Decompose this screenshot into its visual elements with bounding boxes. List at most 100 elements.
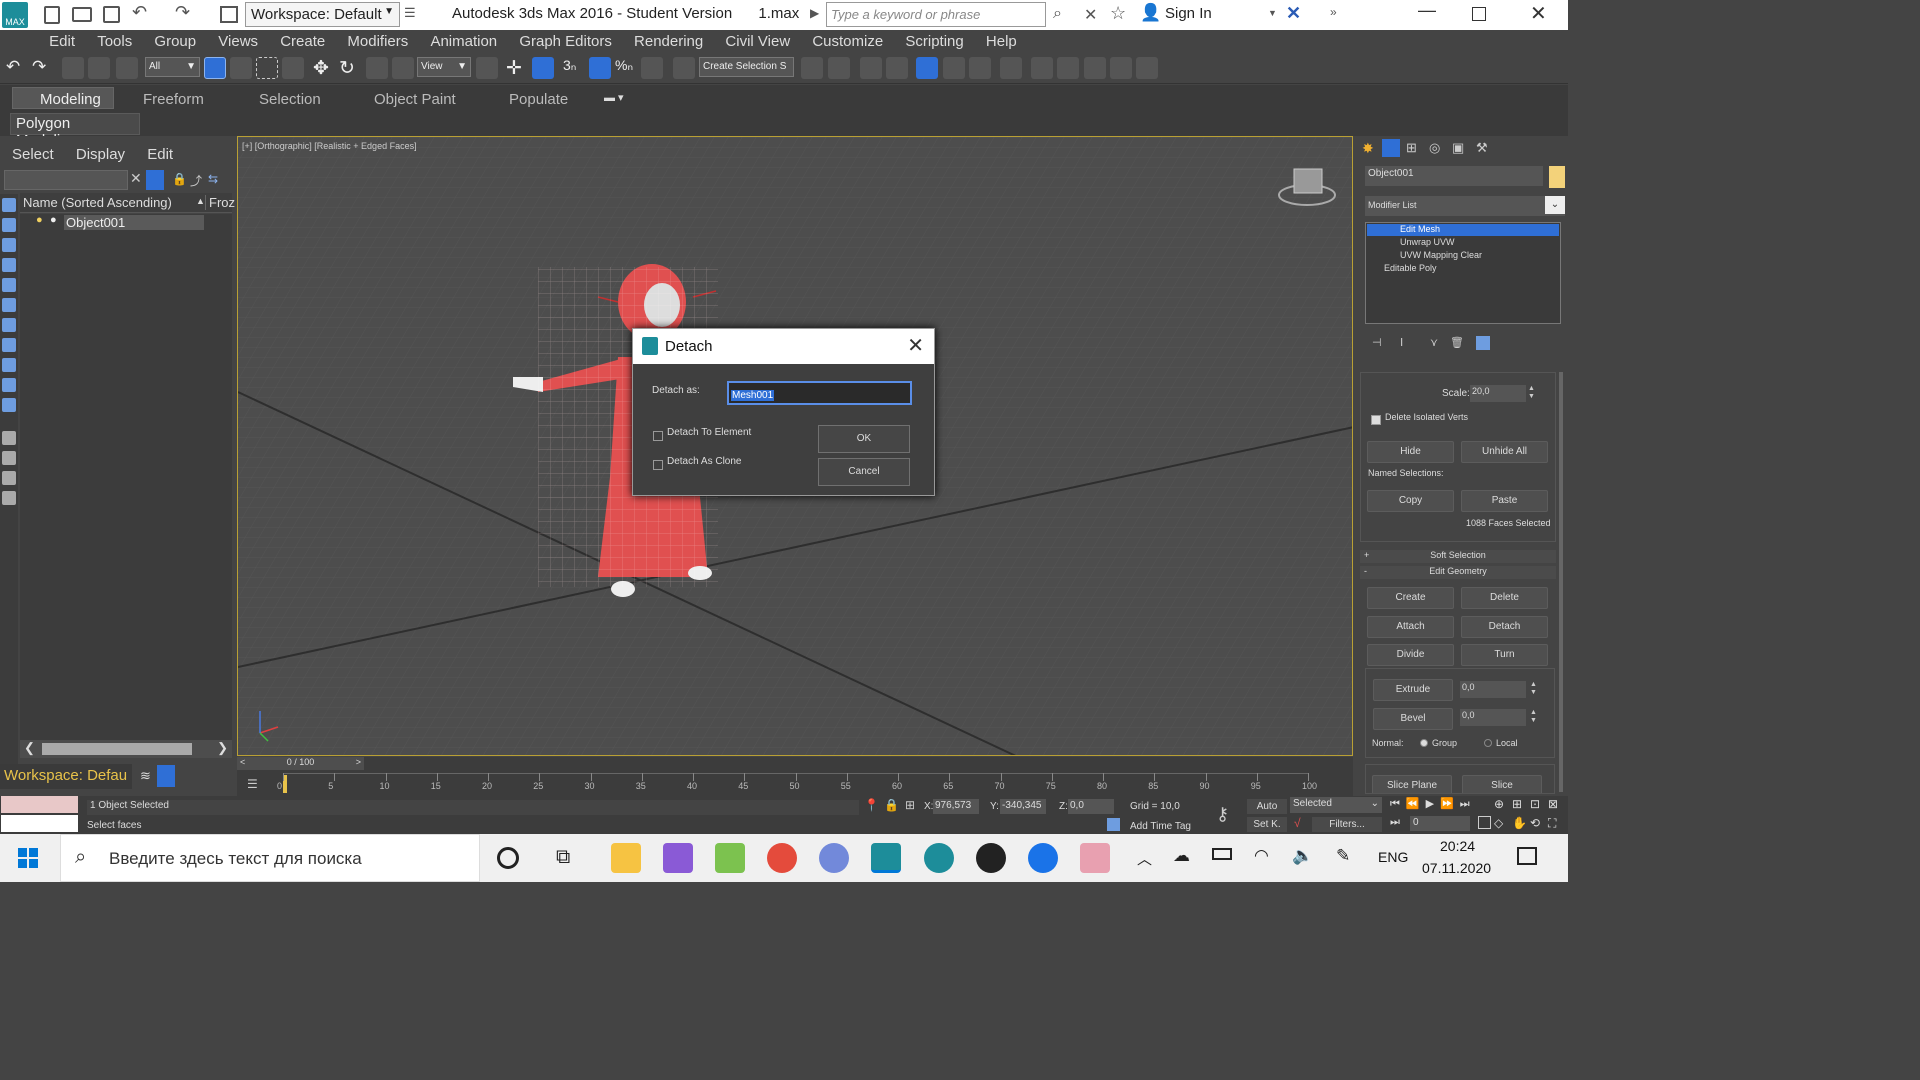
sign-in-link[interactable]: Sign In: [1165, 5, 1212, 22]
extrude-spinner[interactable]: 0,0: [1460, 681, 1526, 698]
object-name-field[interactable]: Object001: [1365, 166, 1543, 186]
slice-button[interactable]: Slice: [1462, 775, 1542, 793]
ribbon-toggle-icon[interactable]: [916, 57, 938, 79]
named-selection-dropdown[interactable]: Create Selection S: [699, 57, 794, 77]
zoom-icon[interactable]: ⊕: [1494, 797, 1504, 811]
previous-frame-icon[interactable]: ⏪: [1406, 798, 1426, 810]
pen-workspace-icon[interactable]: ✎: [1336, 846, 1350, 866]
stack-item-edit-mesh[interactable]: Edit Mesh: [1367, 224, 1559, 236]
zoom-extents-all-icon[interactable]: ⊠: [1548, 797, 1558, 811]
taskbar-search-input[interactable]: ⌕ Введите здесь текст для поиска: [60, 834, 480, 882]
field-of-view-icon[interactable]: ◇: [1494, 816, 1503, 830]
go-to-end-icon[interactable]: ⏭: [1460, 798, 1476, 810]
undo-toolbar-icon[interactable]: ↶: [6, 57, 28, 79]
notepad-plus-icon[interactable]: [715, 843, 745, 873]
soft-selection-rollout-header[interactable]: + Soft Selection: [1360, 550, 1556, 563]
delete-button[interactable]: Delete: [1461, 587, 1548, 609]
restore-icon[interactable]: [1472, 7, 1486, 21]
menu-item-graph-editors[interactable]: Graph Editors: [510, 30, 621, 53]
turn-button[interactable]: Turn: [1461, 644, 1548, 666]
add-time-tag[interactable]: Add Time Tag: [1130, 821, 1191, 832]
delete-isolated-verts-label[interactable]: Delete Isolated Verts: [1385, 412, 1468, 422]
communication-center-icon[interactable]: ✕: [1084, 5, 1097, 25]
chrome-icon[interactable]: [767, 843, 797, 873]
detach-as-input[interactable]: Mesh001: [727, 381, 912, 405]
slice-plane-button[interactable]: Slice Plane: [1372, 775, 1452, 793]
pin-stack-icon[interactable]: ⊣: [1372, 336, 1382, 349]
make-unique-icon[interactable]: ⋎: [1430, 336, 1438, 349]
display-shapes-icon[interactable]: [2, 218, 16, 232]
save-file-icon[interactable]: [103, 6, 120, 23]
bevel-spinner-arrows-icon[interactable]: ▲ ▼: [1530, 709, 1537, 725]
bind-spacewarp-icon[interactable]: [116, 57, 138, 79]
show-hidden-icons-icon[interactable]: ︿: [1137, 848, 1152, 869]
align-icon[interactable]: [828, 57, 850, 79]
schematic-view-icon[interactable]: [969, 57, 991, 79]
scale-spinner[interactable]: 20,0: [1470, 385, 1526, 402]
scroll-left-icon[interactable]: ❮: [24, 740, 35, 756]
sync-selection-icon[interactable]: ⇆: [208, 172, 218, 186]
extrude-button[interactable]: Extrude: [1373, 679, 1453, 701]
extrude-spinner-arrows-icon[interactable]: ▲ ▼: [1530, 681, 1537, 697]
normal-local-label[interactable]: Local: [1496, 738, 1518, 748]
visibility-icon[interactable]: ●: [50, 214, 57, 226]
display-invert-icon[interactable]: [2, 491, 16, 505]
remove-modifier-icon[interactable]: 🗑: [1450, 336, 1464, 349]
configure-modifier-sets-icon[interactable]: [1476, 336, 1490, 350]
minimize-icon[interactable]: —: [1418, 0, 1436, 21]
render-setup-icon[interactable]: [1031, 57, 1053, 79]
task-view-icon[interactable]: ⧉: [556, 846, 570, 869]
normal-local-radio[interactable]: [1484, 739, 1492, 747]
select-object-icon[interactable]: [204, 57, 226, 79]
modifier-list-dropdown[interactable]: Modifier List ⌄: [1365, 196, 1565, 216]
tab-object-paint[interactable]: Object Paint: [374, 91, 456, 108]
wifi-icon[interactable]: ◠: [1254, 846, 1269, 866]
bevel-button[interactable]: Bevel: [1373, 708, 1453, 730]
redo-toolbar-icon[interactable]: ↷: [32, 57, 54, 79]
hide-button[interactable]: Hide: [1367, 441, 1454, 463]
detach-button[interactable]: Detach: [1461, 616, 1548, 638]
delete-isolated-verts-checkbox[interactable]: [1371, 415, 1381, 425]
track-bar-icon[interactable]: ☰: [247, 777, 258, 791]
display-geometry-icon[interactable]: [2, 198, 16, 212]
favorites-star-icon[interactable]: ☆: [1110, 3, 1126, 24]
undo-icon[interactable]: ↶: [132, 2, 147, 23]
rectangular-selection-icon[interactable]: [256, 57, 278, 79]
hierarchy-icon[interactable]: ⤴: [190, 172, 202, 189]
menu-item-views[interactable]: Views: [209, 30, 267, 53]
3ds-max-taskbar-icon[interactable]: [871, 843, 901, 873]
material-editor-icon[interactable]: [1000, 57, 1022, 79]
project-folder-icon[interactable]: [220, 6, 238, 23]
display-bones-icon[interactable]: [2, 358, 16, 372]
explorer-menu-edit[interactable]: Edit: [147, 146, 173, 163]
modify-tab-icon[interactable]: [1382, 139, 1400, 157]
spinner-snap-icon[interactable]: [641, 57, 663, 79]
normal-group-label[interactable]: Group: [1432, 738, 1457, 748]
lock-icon[interactable]: 🔒: [172, 172, 187, 186]
overflow-menu-icon[interactable]: ☰: [404, 5, 416, 21]
display-containers-icon[interactable]: [2, 378, 16, 392]
detach-as-clone-checkbox[interactable]: [653, 460, 663, 470]
help-arrow-icon[interactable]: »: [1330, 5, 1337, 19]
maxscript-listener-pink[interactable]: [1, 796, 78, 813]
menu-item-create[interactable]: Create: [271, 30, 334, 53]
go-to-start-icon[interactable]: ⏮: [1390, 798, 1406, 810]
detach-to-element-label[interactable]: Detach To Element: [667, 427, 751, 438]
menu-item-help[interactable]: Help: [977, 30, 1026, 53]
copy-button[interactable]: Copy: [1367, 490, 1454, 512]
display-groups-icon[interactable]: [2, 318, 16, 332]
cancel-button[interactable]: Cancel: [818, 458, 910, 486]
display-hidden-icon[interactable]: [2, 431, 16, 445]
redo-icon[interactable]: ↷: [175, 2, 190, 23]
normal-group-radio[interactable]: [1420, 739, 1428, 747]
display-xrefs-icon[interactable]: [2, 338, 16, 352]
time-slider[interactable]: < 0 / 100 >: [237, 757, 364, 770]
file-explorer-icon[interactable]: [611, 843, 641, 873]
clock-time[interactable]: 20:24: [1440, 838, 1475, 854]
menu-item-customize[interactable]: Customize: [803, 30, 892, 53]
motion-tab-icon[interactable]: ◎: [1429, 140, 1440, 156]
selection-lock-icon[interactable]: 🔒: [884, 798, 899, 812]
dialog-titlebar[interactable]: Detach ✕: [633, 329, 934, 364]
maxscript-listener-white[interactable]: [1, 815, 78, 832]
select-by-name-icon[interactable]: [230, 57, 252, 79]
